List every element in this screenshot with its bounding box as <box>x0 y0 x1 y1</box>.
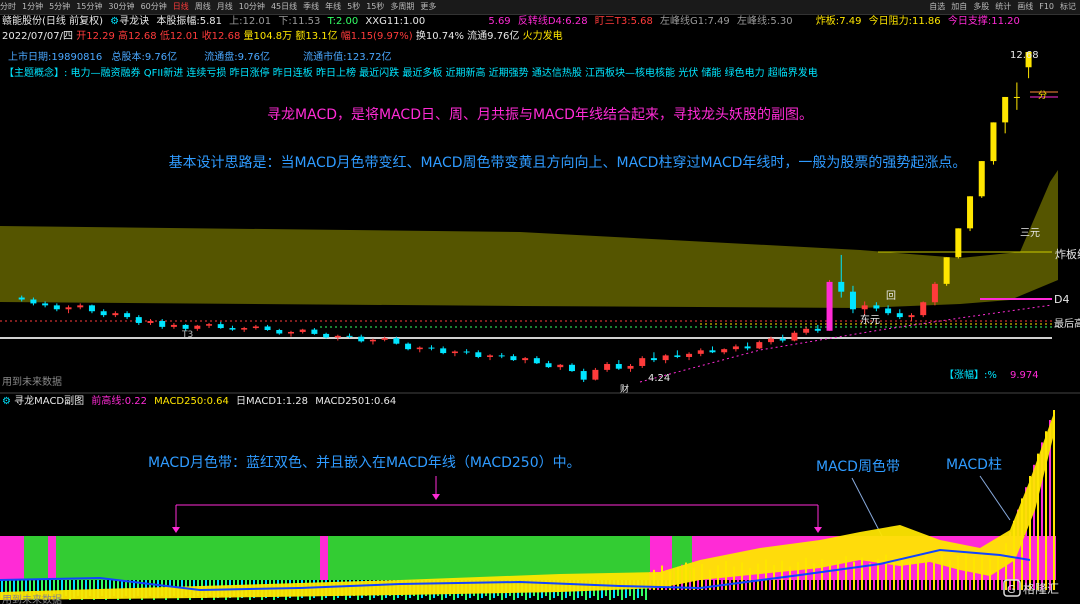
sub-future-data-label: 用到未来数据 <box>2 593 62 604</box>
monthly-band-segment <box>48 536 56 580</box>
monthly-band-segment <box>320 536 328 580</box>
monthly-band-segment <box>0 536 24 580</box>
monthly-band-segment <box>24 536 48 580</box>
bracket-arrow-head <box>432 494 440 500</box>
bar-pointer <box>979 475 1011 521</box>
bracket-right-head <box>814 527 822 533</box>
sub-macd-chart[interactable]: 用到未来数据 G 格隆汇 <box>0 0 1080 604</box>
bracket-left-head <box>172 527 180 533</box>
brand-name: 格隆汇 <box>1023 581 1059 596</box>
monthly-band-segment <box>56 536 320 580</box>
brand-logo-mark: G <box>1007 583 1016 596</box>
